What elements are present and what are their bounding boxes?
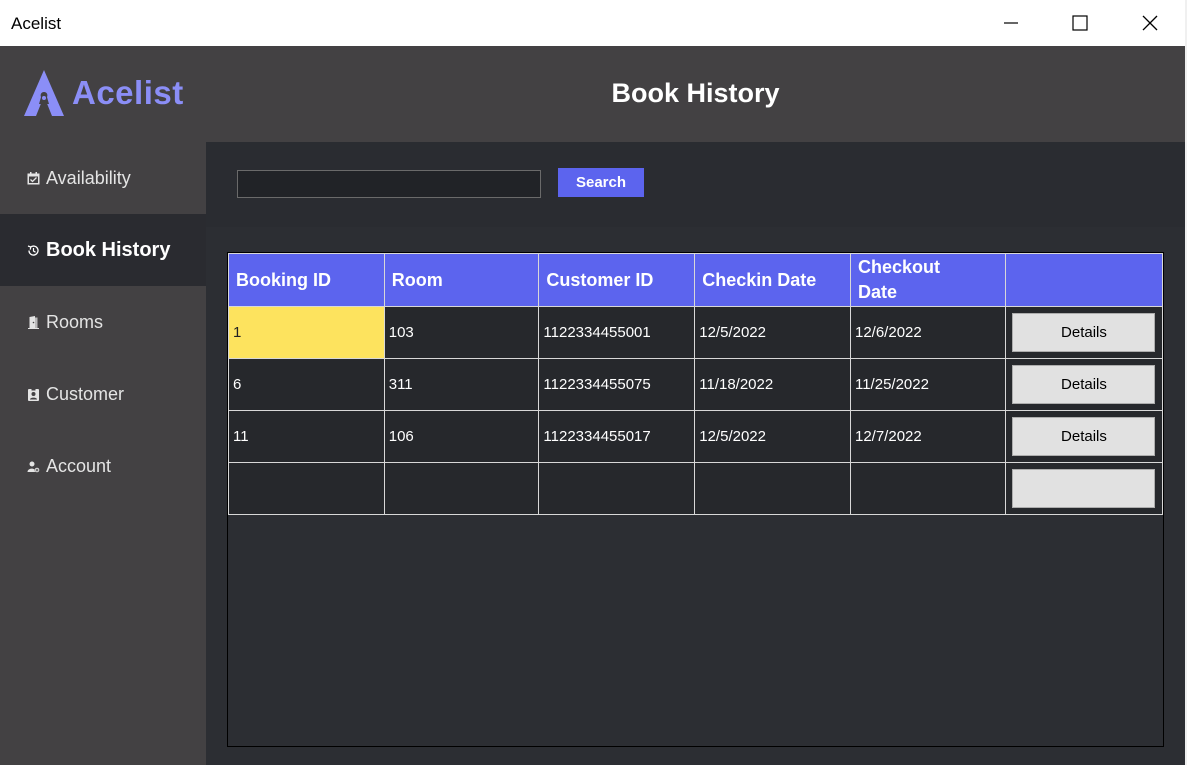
cell-room[interactable]: 106 [383,410,540,463]
cell-room[interactable] [383,462,540,515]
id-badge-icon [26,387,40,401]
main-content: Search Booking ID Room Customer ID Check… [206,142,1185,765]
door-icon [26,315,40,329]
cell-checkout-date[interactable]: 11/25/2022 [849,358,1006,411]
maximize-icon [1072,15,1088,31]
history-icon [26,243,40,257]
page-title: Book History [611,78,780,108]
table-row[interactable]: 6 311 1122334455075 11/18/2022 11/25/202… [228,358,1164,411]
details-button[interactable]: Details [1012,365,1156,404]
logo-text: Acelist [72,74,184,111]
details-button[interactable]: Details [1012,313,1156,352]
column-header-action [1004,253,1164,307]
details-button[interactable]: Details [1012,417,1156,456]
cell-checkout-date[interactable] [849,462,1006,515]
cell-checkout-date[interactable]: 12/6/2022 [849,306,1006,359]
booking-grid: Booking ID Room Customer ID Checkin Date… [227,252,1164,747]
cell-customer-id[interactable]: 1122334455075 [538,358,696,411]
cell-room[interactable]: 103 [383,306,540,359]
sidebar-item-label: Rooms [46,311,104,332]
maximize-button[interactable] [1045,0,1115,46]
table-header-row: Booking ID Room Customer ID Checkin Date… [228,253,1164,307]
sidebar-item-label: Customer [46,383,125,404]
app-logo: Acelist [22,68,184,118]
cell-checkin-date[interactable] [694,462,851,515]
window-titlebar: Acelist [0,0,1187,46]
logo-a-icon [24,70,64,116]
search-button[interactable]: Search [558,168,644,197]
column-header-booking-id[interactable]: Booking ID [228,253,385,307]
cell-action: Details [1004,410,1164,463]
cell-room[interactable]: 311 [383,358,540,411]
sidebar-item-label: Availability [46,167,131,188]
cell-customer-id[interactable]: 1122334455017 [538,410,696,463]
search-input[interactable] [237,170,541,198]
table-row[interactable]: 11 106 1122334455017 12/5/2022 12/7/2022… [228,410,1164,463]
details-button[interactable] [1012,469,1156,508]
cell-action: Details [1004,358,1164,411]
minimize-button[interactable] [976,0,1046,46]
table-row-new[interactable] [228,462,1164,515]
window-title: Acelist [11,14,62,33]
sidebar-item-customer[interactable]: Customer [0,358,206,430]
cell-checkin-date[interactable]: 11/18/2022 [694,358,851,411]
close-icon [1142,15,1158,31]
cell-booking-id[interactable]: 1 [228,306,385,359]
cell-action [1004,462,1164,515]
cell-checkin-date[interactable]: 12/5/2022 [694,410,851,463]
cell-booking-id[interactable]: 11 [228,410,385,463]
booking-table: Booking ID Room Customer ID Checkin Date… [228,253,1164,515]
sidebar-item-rooms[interactable]: Rooms [0,286,206,358]
cell-customer-id[interactable] [538,462,696,515]
search-bar: Search [206,142,1185,227]
sidebar-item-label: Account [46,455,112,476]
cell-checkout-date[interactable]: 12/7/2022 [849,410,1006,463]
cell-checkin-date[interactable]: 12/5/2022 [694,306,851,359]
column-header-checkin-date[interactable]: Checkin Date [694,253,851,307]
sidebar-item-availability[interactable]: Availability [0,142,206,214]
app-header: Acelist Book History [0,46,1185,142]
calendar-check-icon [26,171,40,185]
sidebar-item-account[interactable]: Account [0,430,206,502]
column-header-customer-id[interactable]: Customer ID [538,253,696,307]
cell-action: Details [1004,306,1164,359]
sidebar-item-label: Book History [46,238,171,261]
cell-customer-id[interactable]: 1122334455001 [538,306,696,359]
sidebar: Availability Book History Rooms Customer… [0,142,206,765]
sidebar-item-book-history[interactable]: Book History [0,214,206,286]
table-row[interactable]: 1 103 1122334455001 12/5/2022 12/6/2022 … [228,306,1164,359]
column-header-room[interactable]: Room [383,253,540,307]
user-gear-icon [26,459,40,473]
minimize-icon [1004,22,1018,24]
close-button[interactable] [1115,0,1185,46]
column-header-checkout-date[interactable]: Checkout Date [849,253,1006,307]
cell-booking-id[interactable]: 6 [228,358,385,411]
cell-booking-id[interactable] [228,462,385,515]
